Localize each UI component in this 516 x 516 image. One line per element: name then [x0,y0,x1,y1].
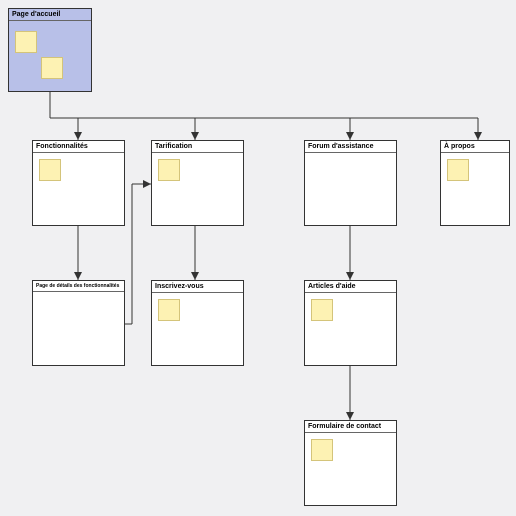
sitemap-canvas: Page d'accueil Fonctionnalités Tarificat… [0,0,516,516]
node-title: Forum d'assistance [305,141,396,153]
node-title: Inscrivez-vous [152,281,243,293]
node-title: Page d'accueil [9,9,91,21]
node-home[interactable]: Page d'accueil [8,8,92,92]
node-features[interactable]: Fonctionnalités [32,140,125,226]
sticky-note[interactable] [39,159,61,181]
node-contact[interactable]: Formulaire de contact [304,420,397,506]
node-forum[interactable]: Forum d'assistance [304,140,397,226]
node-title: Fonctionnalités [33,141,124,153]
sticky-note[interactable] [15,31,37,53]
node-articles[interactable]: Articles d'aide [304,280,397,366]
node-title: Page de détails des fonctionnalités [33,281,124,292]
node-title: Articles d'aide [305,281,396,293]
sticky-note[interactable] [311,299,333,321]
node-signup[interactable]: Inscrivez-vous [151,280,244,366]
node-detail[interactable]: Page de détails des fonctionnalités [32,280,125,366]
sticky-note[interactable] [158,159,180,181]
node-pricing[interactable]: Tarification [151,140,244,226]
node-about[interactable]: À propos [440,140,510,226]
sticky-note[interactable] [158,299,180,321]
sticky-note[interactable] [311,439,333,461]
node-title: Tarification [152,141,243,153]
node-title: À propos [441,141,509,153]
sticky-note[interactable] [447,159,469,181]
node-title: Formulaire de contact [305,421,396,433]
sticky-note[interactable] [41,57,63,79]
